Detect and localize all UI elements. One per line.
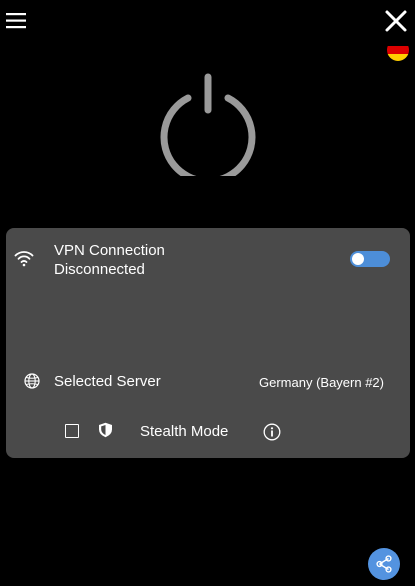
selected-server-label: Selected Server — [54, 373, 161, 390]
globe-icon — [24, 373, 40, 389]
toggle-knob — [352, 253, 364, 265]
vpn-connection-label: VPN Connection — [54, 242, 165, 259]
wifi-icon — [14, 249, 34, 267]
share-icon — [376, 555, 392, 573]
stealth-mode-checkbox[interactable] — [65, 424, 79, 438]
close-icon[interactable] — [384, 9, 408, 33]
power-button[interactable] — [157, 72, 259, 185]
connection-panel: VPN Connection Disconnected Selected Ser… — [6, 228, 410, 458]
connection-status: Disconnected — [54, 261, 145, 278]
hamburger-menu-icon[interactable] — [5, 11, 27, 31]
selected-server-value[interactable]: Germany (Bayern #2) — [259, 374, 384, 391]
stealth-mode-label: Stealth Mode — [140, 423, 229, 440]
shield-icon — [98, 422, 113, 438]
info-icon[interactable] — [263, 423, 281, 441]
share-button[interactable] — [368, 548, 400, 580]
vpn-connection-toggle[interactable] — [350, 251, 390, 267]
germany-flag-icon[interactable] — [386, 38, 410, 62]
vpn-app-window: VPN Connection Disconnected Selected Ser… — [0, 0, 415, 586]
